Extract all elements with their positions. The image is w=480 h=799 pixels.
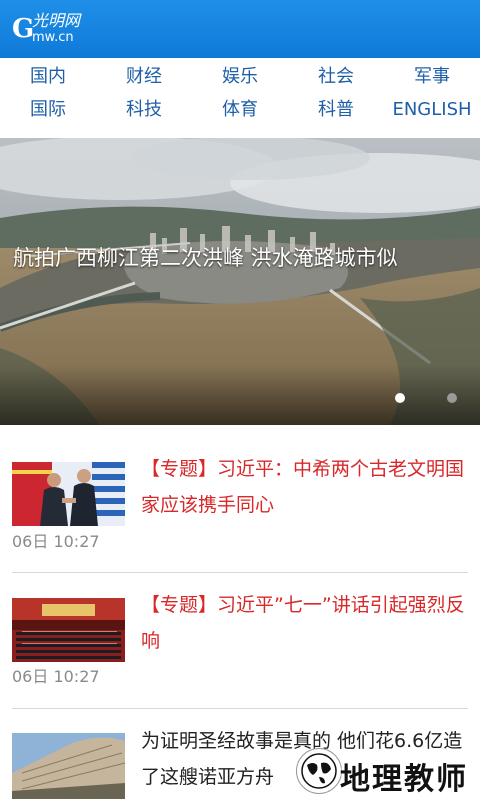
nav-item-military[interactable]: 军事 [384, 65, 480, 89]
news-thumbnail [12, 598, 125, 662]
logo-domain: mw.cn [32, 30, 74, 45]
nav-item-technology[interactable]: 科技 [96, 98, 192, 122]
logo-letter: G [12, 14, 35, 44]
nav-item-sports[interactable]: 体育 [192, 98, 288, 122]
banner-caption[interactable]: 航拍广西柳江第二次洪峰 洪水淹路城市似 [13, 244, 443, 272]
divider [12, 708, 468, 709]
nav-item-society[interactable]: 社会 [288, 65, 384, 89]
watermark-globe-icon [296, 748, 342, 794]
news-thumbnail [12, 462, 125, 526]
news-time: 06日 10:27 [12, 532, 100, 551]
topic-tag: 【专题】 [141, 458, 218, 480]
carousel-dot[interactable] [447, 393, 457, 403]
news-title[interactable]: 【专题】习近平：中希两个古老文明国家应该携手同心 [141, 451, 468, 523]
news-title[interactable]: 【专题】习近平”七一”讲话引起强烈反响 [141, 587, 468, 659]
gmw-logo[interactable]: G 光明网 mw.cn [12, 12, 92, 46]
divider [12, 572, 468, 573]
nav-item-finance[interactable]: 财经 [96, 65, 192, 89]
headline-banner[interactable] [0, 138, 480, 425]
logo-script: 光明网 [32, 11, 81, 30]
nav-item-english[interactable]: ENGLISH [384, 98, 480, 122]
carousel-dot-active[interactable] [395, 393, 405, 403]
category-nav: 国内 财经 娱乐 社会 军事 国际 科技 体育 科普 ENGLISH [0, 58, 480, 138]
news-item[interactable]: 【专题】习近平”七一”讲话引起强烈反响 06日 10:27 [12, 592, 468, 702]
nav-item-entertainment[interactable]: 娱乐 [192, 65, 288, 89]
watermark: 地理教师 [292, 744, 480, 799]
app-header: G 光明网 mw.cn [0, 0, 480, 58]
watermark-text: 地理教师 [340, 762, 468, 797]
topic-tag: 【专题】 [141, 594, 218, 616]
nav-item-science[interactable]: 科普 [288, 98, 384, 122]
caption-overlay [0, 365, 480, 425]
nav-item-domestic[interactable]: 国内 [0, 65, 96, 89]
nav-item-international[interactable]: 国际 [0, 98, 96, 122]
news-thumbnail [12, 733, 125, 799]
news-item[interactable]: 【专题】习近平：中希两个古老文明国家应该携手同心 06日 10:27 [12, 455, 468, 565]
news-time: 06日 10:27 [12, 667, 100, 686]
